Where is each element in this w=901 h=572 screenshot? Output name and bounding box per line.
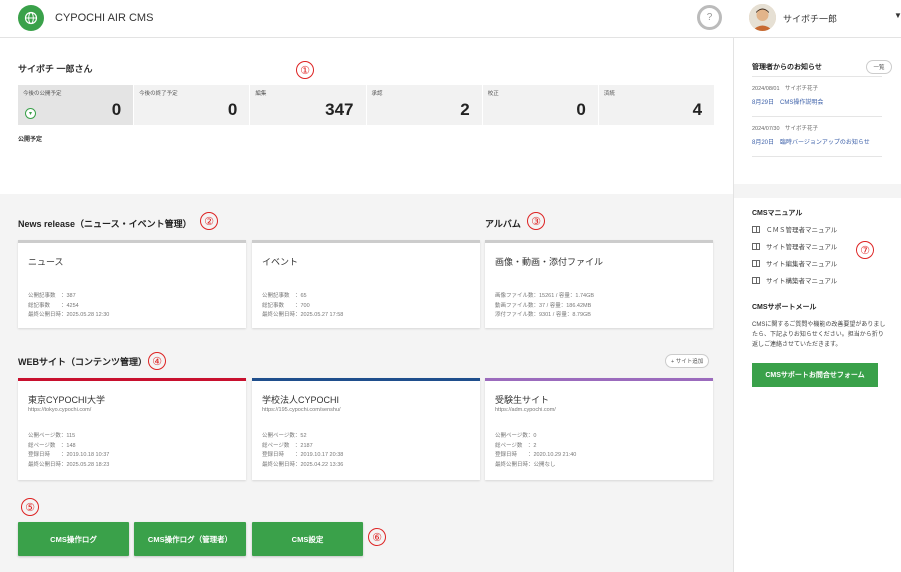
stat-value: 4 [692, 100, 703, 119]
stat-label: 承認 [371, 91, 383, 97]
book-icon [752, 276, 760, 284]
chevron-down-icon[interactable]: ▼ [894, 11, 901, 20]
notice-list-button[interactable]: 一覧 [866, 60, 892, 74]
card-meta: 公開記事数 ：65 総記事数 ：700 最終公開日時：2025.05.27 17… [262, 293, 344, 318]
greeting: サイボチ 一郎さん [18, 64, 93, 74]
card-meta: 公開ページ数：0 総ページ数 ：2 登録日時 ：2020.10.29 21:40… [495, 433, 577, 468]
stat-done[interactable]: 済統 4 [598, 85, 715, 125]
divider [752, 156, 882, 157]
manual-link-site-admin[interactable]: サイト管理者マニュアル [752, 241, 837, 251]
stat-editing[interactable]: 編集 347 [250, 85, 367, 125]
book-icon [752, 242, 760, 250]
scheduled-section-label: 公開予定 [18, 137, 43, 143]
stat-scheduled-publish[interactable]: 今後の公開予定 ▾ 0 [18, 85, 135, 125]
news-release-title: News release（ニュース・イベント管理） [18, 219, 192, 229]
site-url: https://tokyo.cypochi.com/ [28, 407, 92, 413]
stat-proofreading[interactable]: 校正 0 [482, 85, 599, 125]
support-heading: CMSサポートメール [752, 304, 817, 311]
card-meta: 公開記事数 ：387 総記事数 ：4254 最終公開日時：2025.05.28 … [28, 293, 110, 318]
support-description: CMSに関するご質問や機能の改善要望がありましたら、下記よりお知らせください。担… [752, 322, 886, 348]
annotation-marker: ④ [148, 352, 166, 370]
manual-label: サイト管理者マニュアル [766, 244, 838, 251]
site-url: https://adm.cypochi.com/ [495, 407, 556, 413]
cms-op-log-admin-button[interactable]: CMS操作ログ（管理者） [134, 522, 246, 556]
event-card[interactable]: イベント 公開記事数 ：65 総記事数 ：700 最終公開日時：2025.05.… [252, 240, 480, 328]
manual-link-site-builder[interactable]: サイト構築者マニュアル [752, 275, 837, 285]
help-icon[interactable]: ? [697, 5, 722, 30]
top-header: CYPOCHI AIR CMS ? サイボチ一郎 ▼ [0, 0, 901, 38]
card-meta: 公開ページ数：115 総ページ数 ：148 登録日時 ：2019.10.18 1… [28, 433, 110, 468]
stat-value: 0 [111, 100, 122, 119]
annotation-marker: ⑥ [368, 528, 386, 546]
manual-label: サイト構築者マニュアル [766, 278, 838, 285]
site-card-tokyo[interactable]: 東京CYPOCHI大学 https://tokyo.cypochi.com/ 公… [18, 378, 246, 480]
album-title: アルバム [485, 219, 521, 229]
news-card[interactable]: ニュース 公開記事数 ：387 総記事数 ：4254 最終公開日時：2025.0… [18, 240, 246, 328]
annotation-marker: ③ [527, 212, 545, 230]
annotation-marker: ⑦ [856, 241, 874, 259]
notice-link[interactable]: 8月20日 臨時バージョンアップのお知らせ [752, 137, 870, 146]
stat-value: 0 [227, 100, 238, 119]
divider [752, 116, 882, 117]
cms-settings-button[interactable]: CMS設定 [252, 522, 363, 556]
globe-logo-icon[interactable] [18, 5, 44, 31]
user-name[interactable]: サイボチ一郎 [783, 12, 837, 25]
support-form-button[interactable]: CMSサポートお問合せフォーム [752, 363, 878, 387]
sidebar-separator [734, 184, 901, 198]
stat-label: 済統 [603, 91, 615, 97]
card-title: 学校法人CYPOCHI [262, 395, 340, 405]
manual-link-cms-admin[interactable]: ＣＭＳ管理者マニュアル [752, 224, 837, 234]
dashboard-summary: サイボチ 一郎さん ① 今後の公開予定 ▾ 0 今後の終了予定 0 編集 347… [0, 38, 733, 194]
right-sidebar: 管理者からのお知らせ 一覧 2024/08/01 サイボチ花子 8月29日 CM… [733, 38, 901, 572]
book-icon [752, 259, 760, 267]
stat-label: 今後の終了予定 [139, 91, 178, 97]
manual-link-site-editor[interactable]: サイト編集者マニュアル [752, 258, 837, 268]
add-site-button[interactable]: + サイト追加 [665, 354, 710, 368]
app-title: CYPOCHI AIR CMS [55, 12, 154, 24]
annotation-marker: ① [296, 61, 314, 79]
card-title: ニュース [28, 257, 64, 267]
notice-date: 2024/08/01 サイボチ花子 [752, 86, 819, 92]
card-title: 東京CYPOCHI大学 [28, 395, 106, 405]
stat-label: 今後の公開予定 [23, 91, 62, 97]
album-card[interactable]: 画像・動画・添付ファイル 画像ファイル数：15261 / 容量：1.74GB 動… [485, 240, 713, 328]
annotation-marker: ② [200, 212, 218, 230]
card-meta: 公開ページ数：52 総ページ数 ：2187 登録日時 ：2019.10.17 2… [262, 433, 344, 468]
site-url: https://195.cypochi.com/senshu/ [262, 407, 341, 413]
chevron-down-icon[interactable]: ▾ [25, 108, 36, 119]
notice-heading: 管理者からのお知らせ [752, 64, 822, 71]
stat-label: 校正 [487, 91, 499, 97]
book-icon [752, 225, 760, 233]
stat-approval[interactable]: 承認 2 [366, 85, 483, 125]
manual-heading: CMSマニュアル [752, 210, 803, 217]
manual-label: ＣＭＳ管理者マニュアル [766, 227, 838, 234]
card-title: 画像・動画・添付ファイル [495, 257, 604, 267]
stat-label: 編集 [255, 91, 267, 97]
site-card-gakko[interactable]: 学校法人CYPOCHI https://195.cypochi.com/sens… [252, 378, 480, 480]
notice-link[interactable]: 8月29日 CMS操作説明会 [752, 97, 823, 106]
avatar[interactable] [749, 4, 776, 31]
card-title: イベント [262, 257, 299, 267]
stat-value: 0 [576, 100, 586, 119]
card-meta: 画像ファイル数：15261 / 容量：1.74GB 動画ファイル数：37 / 容… [495, 293, 595, 318]
card-title: 受験生サイト [495, 395, 550, 405]
stat-value: 347 [325, 100, 354, 119]
site-card-exam[interactable]: 受験生サイト https://adm.cypochi.com/ 公開ページ数：0… [485, 378, 713, 480]
manual-label: サイト編集者マニュアル [766, 261, 838, 268]
notice-date: 2024/07/30 サイボチ花子 [752, 126, 819, 132]
divider [752, 76, 882, 77]
stat-value: 2 [460, 100, 470, 119]
annotation-marker: ⑤ [21, 498, 39, 516]
status-counts: 今後の公開予定 ▾ 0 今後の終了予定 0 編集 347 承認 2 校正 0 済… [18, 85, 715, 125]
stat-scheduled-end[interactable]: 今後の終了予定 0 [134, 85, 251, 125]
websites-title: WEBサイト（コンテンツ管理） [18, 357, 147, 367]
cms-op-log-button[interactable]: CMS操作ログ [18, 522, 129, 556]
